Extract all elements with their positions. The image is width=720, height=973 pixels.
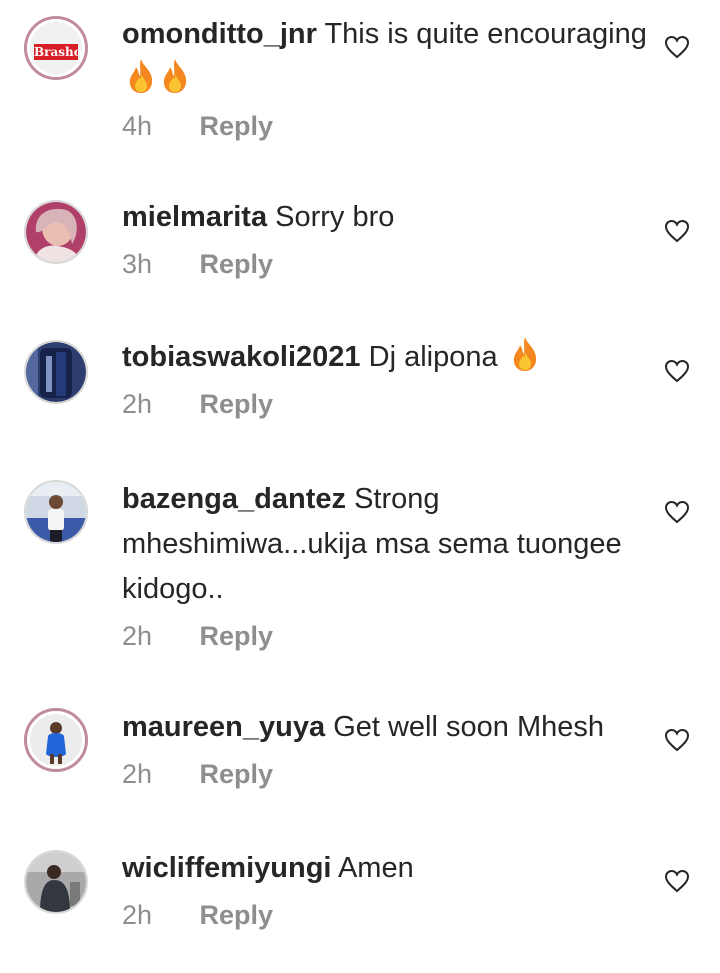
comment-timestamp: 2h: [122, 759, 153, 789]
fire-emoji: [126, 58, 156, 94]
comment-text: omonditto_jnr This is quite encouraging: [122, 12, 652, 102]
avatar[interactable]: [24, 850, 88, 914]
like-heart-icon[interactable]: [664, 728, 690, 752]
reply-button[interactable]: Reply: [200, 900, 274, 930]
like-heart-icon[interactable]: [664, 500, 690, 524]
avatar[interactable]: [24, 708, 88, 772]
avatar[interactable]: [24, 340, 88, 404]
comment-text: tobiaswakoli2021 Dj alipona: [122, 335, 652, 380]
comment-username[interactable]: wicliffemiyungi: [122, 852, 331, 884]
like-heart-icon[interactable]: [664, 219, 690, 243]
comment-username[interactable]: omonditto_jnr: [122, 18, 317, 50]
reply-button[interactable]: Reply: [200, 621, 274, 651]
comment-timestamp: 2h: [122, 621, 153, 651]
comment-username[interactable]: mielmarita: [122, 201, 267, 233]
reply-button[interactable]: Reply: [200, 759, 274, 789]
comment-username[interactable]: bazenga_dantez: [122, 483, 346, 515]
avatar-logo-text: Brasho: [34, 44, 82, 60]
like-heart-icon[interactable]: [664, 359, 690, 383]
like-heart-icon[interactable]: [664, 869, 690, 893]
like-heart-icon[interactable]: [664, 35, 690, 59]
comment-body: Amen: [337, 852, 414, 884]
comment-text: bazenga_dantez Strong mheshimiwa...ukija…: [122, 477, 652, 612]
comment-timestamp: 4h: [122, 111, 153, 141]
reply-button[interactable]: Reply: [200, 389, 274, 419]
comment-username[interactable]: maureen_yuya: [122, 711, 325, 743]
comments-list: Brasho omonditto_jnr This is quite encou…: [0, 0, 720, 973]
avatar[interactable]: [24, 480, 88, 544]
avatar[interactable]: [24, 200, 88, 264]
comment-username[interactable]: tobiaswakoli2021: [122, 341, 361, 373]
comment-text: mielmarita Sorry bro: [122, 195, 652, 240]
fire-emoji: [510, 336, 540, 372]
reply-button[interactable]: Reply: [200, 249, 274, 279]
comment-body: Dj alipona: [368, 341, 498, 373]
avatar[interactable]: Brasho: [24, 16, 88, 80]
comment-text: wicliffemiyungi Amen: [122, 846, 652, 891]
comment-timestamp: 3h: [122, 249, 153, 279]
comment-timestamp: 2h: [122, 900, 153, 930]
comment-body: Get well soon Mhesh: [333, 711, 604, 743]
fire-emoji: [160, 58, 190, 94]
comment-timestamp: 2h: [122, 389, 153, 419]
comment-body: This is quite encouraging: [324, 18, 647, 50]
comment-text: maureen_yuya Get well soon Mhesh: [122, 705, 652, 750]
comment-body: Sorry bro: [275, 201, 395, 233]
reply-button[interactable]: Reply: [200, 111, 274, 141]
